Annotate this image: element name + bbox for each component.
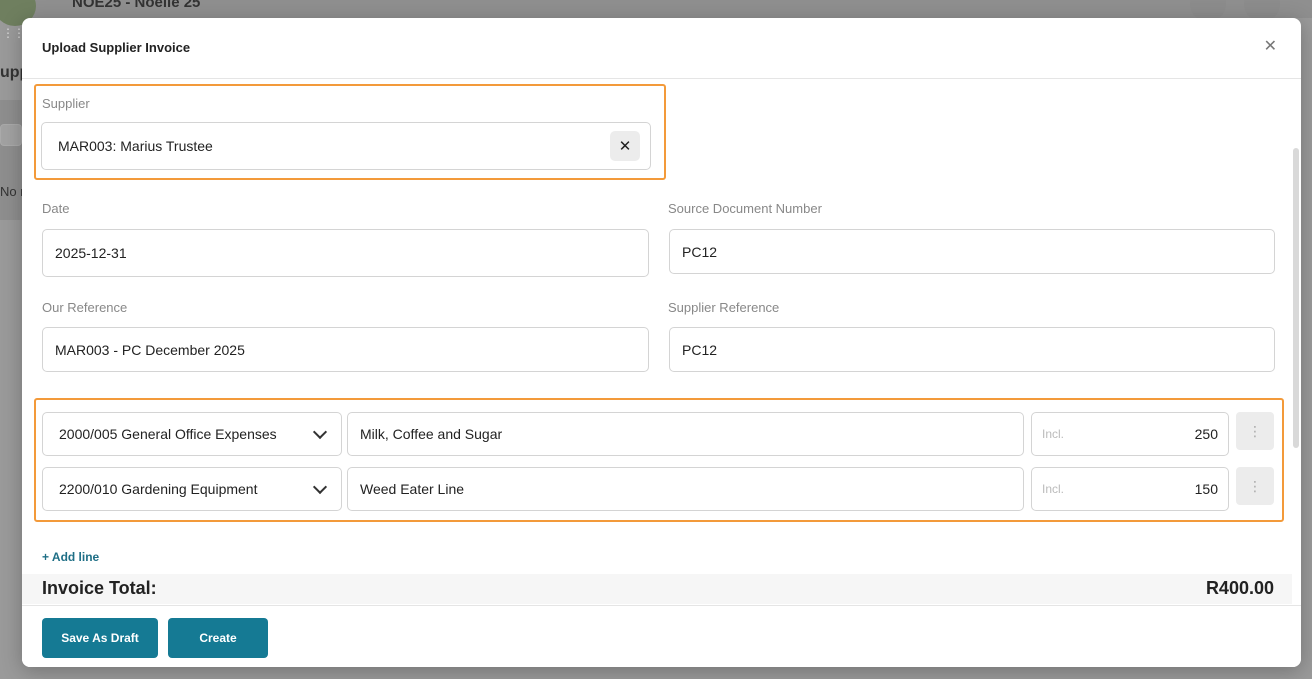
line-2-description-value: Weed Eater Line [360, 481, 465, 497]
line-1-amount-field[interactable]: Incl. 250 [1031, 412, 1229, 456]
line-2-amount-value: 150 [1194, 481, 1218, 497]
grid-menu-icon: ⋮⋮ [2, 26, 25, 40]
supplier-field[interactable]: MAR003: Marius Trustee ✕ [41, 122, 651, 170]
background-checkbox [0, 124, 22, 146]
line-2-description-field[interactable]: Weed Eater Line [347, 467, 1024, 511]
line-2-account-value: 2200/010 Gardening Equipment [59, 481, 258, 497]
date-field[interactable]: 2025-12-31 [42, 229, 649, 277]
line-1-more-icon[interactable]: ⋮ [1236, 412, 1274, 450]
our-reference-label: Our Reference [42, 300, 128, 315]
chevron-down-icon [312, 479, 328, 495]
background-empty-text: No r [0, 184, 25, 199]
supplier-reference-field[interactable]: PC12 [669, 327, 1275, 372]
upload-invoice-modal: Upload Supplier Invoice ✕ Supplier MAR00… [22, 18, 1301, 667]
invoice-total-value: R400.00 [1205, 578, 1274, 598]
date-label: Date [42, 201, 70, 216]
close-icon[interactable]: ✕ [1264, 36, 1277, 56]
our-reference-field[interactable]: MAR003 - PC December 2025 [42, 327, 649, 372]
create-button[interactable]: Create [168, 618, 268, 658]
supplier-value: MAR003: Marius Trustee [58, 138, 213, 154]
date-value: 2025-12-31 [55, 245, 127, 261]
add-line-link[interactable]: + Add line [42, 550, 99, 564]
supplier-label: Supplier [42, 96, 90, 111]
invoice-total-bar: Invoice Total: R400.00 [22, 574, 1292, 604]
line-1-description-field[interactable]: Milk, Coffee and Sugar [347, 412, 1024, 456]
line-1-amount-placeholder: Incl. [1042, 427, 1065, 441]
line-1-description-value: Milk, Coffee and Sugar [360, 426, 503, 442]
source-document-field[interactable]: PC12 [669, 229, 1275, 274]
modal-scrollbar[interactable] [1293, 148, 1299, 448]
save-as-draft-button[interactable]: Save As Draft [42, 618, 158, 658]
app-title: NOE25 - Noelle 25 [72, 0, 201, 11]
line-2-amount-field[interactable]: Incl. 150 [1031, 467, 1229, 511]
line-2-more-icon[interactable]: ⋮ [1236, 467, 1274, 505]
modal-footer: Save As Draft Create [22, 605, 1301, 667]
source-document-value: PC12 [682, 243, 718, 260]
modal-body: Supplier MAR003: Marius Trustee ✕ Date 2… [22, 80, 1301, 604]
line-1-amount-value: 250 [1194, 426, 1218, 442]
line-2-account-select[interactable]: 2200/010 Gardening Equipment [42, 467, 342, 511]
background-panel [0, 100, 24, 220]
line-1-account-value: 2000/005 General Office Expenses [59, 426, 277, 442]
supplier-reference-value: PC12 [682, 341, 718, 358]
our-reference-value: MAR003 - PC December 2025 [55, 341, 245, 358]
supplier-reference-label: Supplier Reference [668, 300, 780, 315]
clear-supplier-icon[interactable]: ✕ [610, 131, 640, 161]
source-document-label: Source Document Number [668, 201, 822, 216]
line-1-account-select[interactable]: 2000/005 General Office Expenses [42, 412, 342, 456]
line-2-amount-placeholder: Incl. [1042, 482, 1065, 496]
chevron-down-icon [312, 424, 328, 440]
modal-title: Upload Supplier Invoice [42, 40, 191, 55]
modal-header: Upload Supplier Invoice ✕ [22, 18, 1301, 79]
invoice-total-label: Invoice Total: [42, 578, 157, 598]
